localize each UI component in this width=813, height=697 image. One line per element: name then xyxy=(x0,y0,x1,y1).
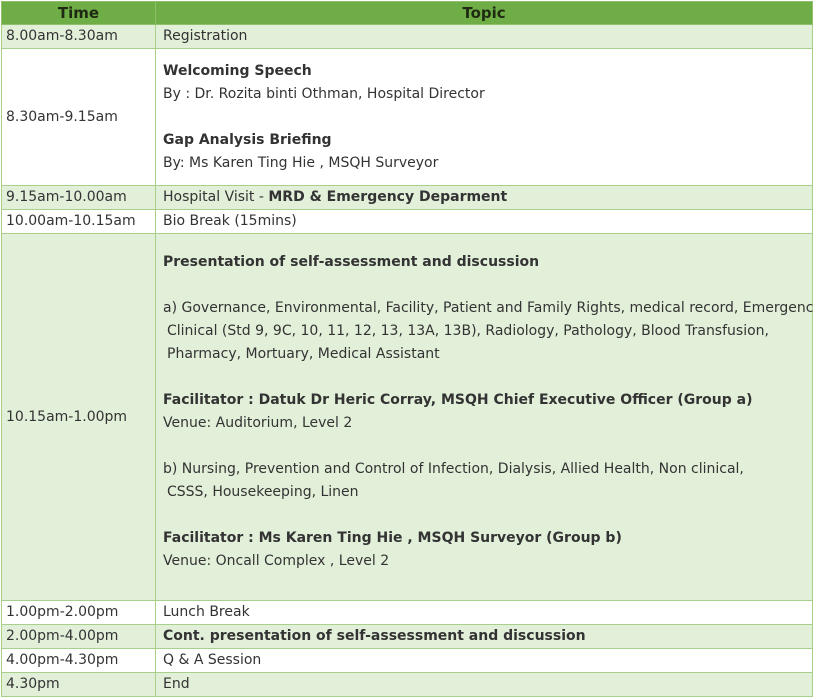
facilitator-label: Facilitator : xyxy=(163,530,259,546)
header-topic: Topic xyxy=(155,1,813,25)
time-cell: 4.00pm-4.30pm xyxy=(1,648,156,673)
table-row: 8.30am-9.15am Welcoming Speech By : Dr. … xyxy=(1,48,813,186)
speaker: By : Dr. Rozita binti Othman, Hospital D… xyxy=(163,85,485,102)
table-row: 9.15am-10.00am Hospital Visit - MRD & Em… xyxy=(1,185,813,210)
facilitator-b: Facilitator : Ms Karen Ting Hie , MSQH S… xyxy=(163,527,808,550)
facilitator-label: Facilitator : xyxy=(163,392,259,408)
header-row: Time Topic xyxy=(1,1,813,25)
venue-a: Venue: Auditorium, Level 2 xyxy=(163,415,353,431)
facilitator-a: Facilitator : Datuk Dr Heric Corray, MSQ… xyxy=(163,389,808,412)
header-time: Time xyxy=(1,1,156,25)
group-a-line: a) Governance, Environmental, Facility, … xyxy=(163,300,813,316)
time-cell: 10.15am-1.00pm xyxy=(1,233,156,601)
group-a-line: Clinical (Std 9, 9C, 10, 11, 12, 13, 13A… xyxy=(167,323,769,339)
session-title: Gap Analysis Briefing xyxy=(163,131,332,148)
time-cell: 10.00am-10.15am xyxy=(1,209,156,234)
table-row: 1.00pm-2.00pm Lunch Break xyxy=(1,600,813,625)
group-a-line: Pharmacy, Mortuary, Medical Assistant xyxy=(167,346,440,362)
topic-cell: Q & A Session xyxy=(155,648,813,673)
table-row: 4.00pm-4.30pm Q & A Session xyxy=(1,648,813,673)
agenda-table: Time Topic 8.00am-8.30am Registration 8.… xyxy=(1,1,813,697)
facilitator-name: Datuk Dr Heric Corray, MSQH Chief Execut… xyxy=(258,392,753,408)
topic-cell: Cont. presentation of self-assessment an… xyxy=(155,624,813,649)
table-row: 10.15am-1.00pm Presentation of self-asse… xyxy=(1,233,813,601)
time-cell: 8.30am-9.15am xyxy=(1,48,156,186)
table-row: 2.00pm-4.00pm Cont. presentation of self… xyxy=(1,624,813,649)
time-cell: 9.15am-10.00am xyxy=(1,185,156,210)
time-cell: 2.00pm-4.00pm xyxy=(1,624,156,649)
time-cell: 8.00am-8.30am xyxy=(1,24,156,49)
group-b-line: b) Nursing, Prevention and Control of In… xyxy=(163,461,744,477)
topic-cell: Lunch Break xyxy=(155,600,813,625)
time-cell: 1.00pm-2.00pm xyxy=(1,600,156,625)
topic-cell: Welcoming Speech By : Dr. Rozita binti O… xyxy=(155,48,813,186)
venue-b: Venue: Oncall Complex , Level 2 xyxy=(163,553,390,569)
topic-cell: Registration xyxy=(155,24,813,49)
table-row: 10.00am-10.15am Bio Break (15mins) xyxy=(1,209,813,234)
session-title: Welcoming Speech xyxy=(163,62,312,79)
topic-cell: Hospital Visit - MRD & Emergency Deparme… xyxy=(155,185,813,210)
table-row: 8.00am-8.30am Registration xyxy=(1,24,813,49)
topic-bold: MRD & Emergency Deparment xyxy=(268,189,508,205)
topic-prefix: Hospital Visit - xyxy=(163,189,269,205)
facilitator-name: Ms Karen Ting Hie , MSQH Surveyor (Group… xyxy=(258,530,622,546)
speaker: By: Ms Karen Ting Hie , MSQH Surveyor xyxy=(163,154,439,171)
group-b-line: CSSS, Housekeeping, Linen xyxy=(167,484,359,500)
topic-cell: Bio Break (15mins) xyxy=(155,209,813,234)
session-title: Presentation of self-assessment and disc… xyxy=(163,254,540,270)
topic-cell: Presentation of self-assessment and disc… xyxy=(155,233,813,601)
